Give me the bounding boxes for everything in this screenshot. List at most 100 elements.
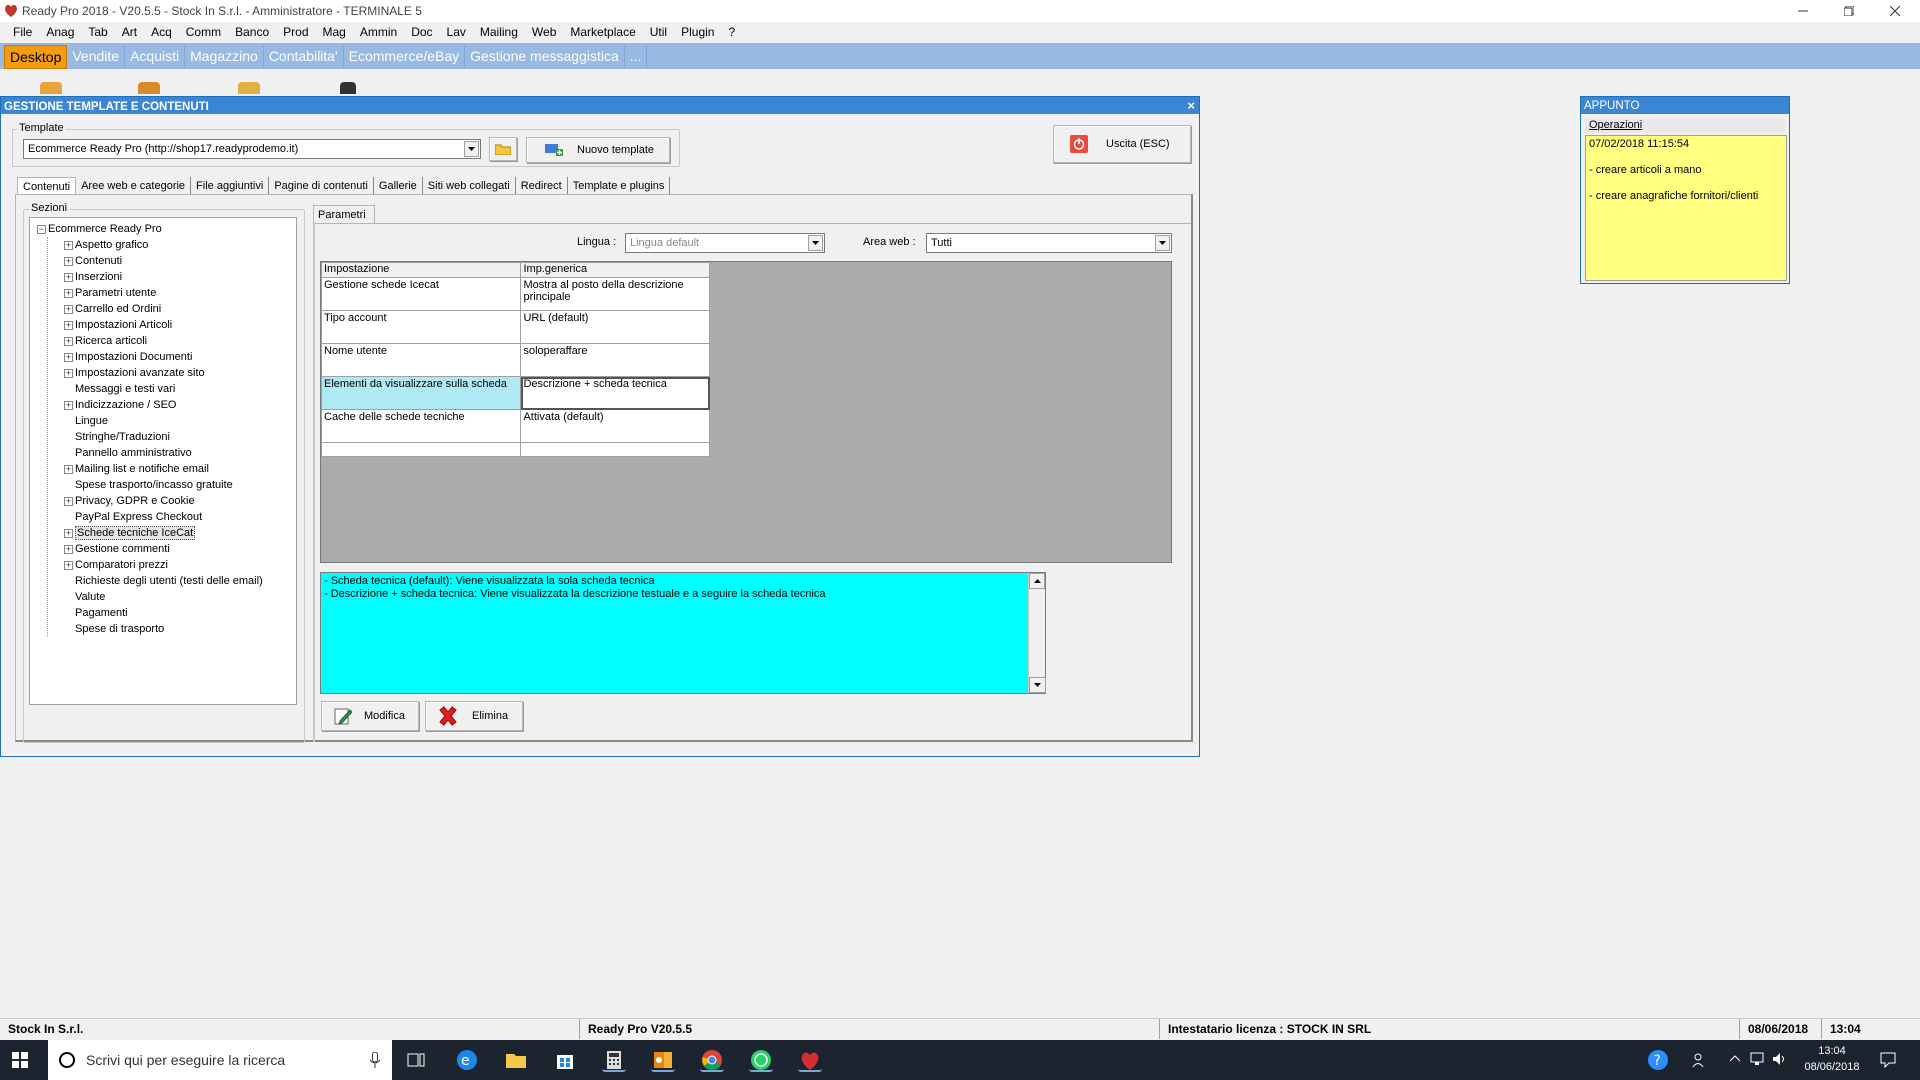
tab-item[interactable]: Pagine di contenuti	[269, 177, 374, 195]
expand-icon[interactable]: +	[64, 321, 73, 330]
expand-icon[interactable]: +	[64, 369, 73, 378]
grid-row[interactable]: Tipo account URL (default)	[320, 310, 710, 344]
language-select[interactable]: Lingua default	[625, 233, 825, 253]
tree-item[interactable]: + Comparatori prezzi	[64, 557, 296, 573]
windows-start-icon[interactable]	[12, 1052, 28, 1068]
menu-item[interactable]: Banco	[228, 25, 276, 39]
menu-item[interactable]: File	[6, 25, 39, 39]
delete-button[interactable]: Elimina	[425, 701, 523, 731]
menu-item[interactable]: Marketplace	[563, 25, 642, 39]
menu-item[interactable]: Tab	[81, 25, 114, 39]
tree-item[interactable]: + Schede tecniche IceCat	[64, 525, 296, 541]
file-explorer-icon[interactable]	[504, 1048, 528, 1072]
grid-value-cell[interactable]: Attivata (default)	[520, 409, 710, 443]
expand-icon[interactable]: +	[64, 353, 73, 362]
tray-expand-icon[interactable]	[1730, 1054, 1740, 1062]
module-tab[interactable]: Magazzino	[185, 45, 264, 69]
restore-button[interactable]	[1826, 0, 1872, 22]
ready-pro-icon[interactable]	[798, 1048, 822, 1072]
web-area-select[interactable]: Tutti	[926, 233, 1172, 253]
module-tab[interactable]: Acquisti	[125, 45, 186, 69]
tab-item[interactable]: Siti web collegati	[423, 177, 516, 195]
tab-item[interactable]: Gallerie	[374, 177, 423, 195]
expand-icon[interactable]: +	[64, 545, 73, 554]
menu-item[interactable]: Mag	[316, 25, 353, 39]
exit-button[interactable]: Uscita (ESC)	[1053, 125, 1191, 163]
tree-root[interactable]: − Ecommerce Ready Pro	[36, 221, 296, 237]
menu-item[interactable]: Art	[115, 25, 144, 39]
menu-item[interactable]: Mailing	[473, 25, 525, 39]
clock-time[interactable]: 13:04	[1796, 1045, 1868, 1057]
tree-item[interactable]: + Ricerca articoli	[64, 333, 296, 349]
calculator-icon[interactable]	[602, 1048, 626, 1072]
people-icon[interactable]	[1692, 1052, 1708, 1068]
tree-item[interactable]: Messaggi e testi vari	[75, 381, 296, 397]
grid-setting-cell[interactable]: Gestione schede Icecat	[320, 277, 522, 311]
description-scrollbar[interactable]	[1028, 573, 1046, 693]
note-operations-menu[interactable]: Operazioni	[1585, 119, 1785, 133]
grid-setting-cell[interactable]: Nome utente	[320, 343, 522, 377]
tree-item[interactable]: + Contenuti	[64, 253, 296, 269]
tab-item[interactable]: File aggiuntivi	[191, 177, 270, 195]
tree-item[interactable]: Richieste degli utenti (testi delle emai…	[75, 573, 296, 589]
tree-item[interactable]: Spese trasporto/incasso gratuite	[75, 477, 296, 493]
tree-item[interactable]: + Impostazioni avanzate sito	[64, 365, 296, 381]
chrome-icon[interactable]	[700, 1048, 724, 1072]
grid-row[interactable]: Elementi da visualizzare sulla scheda Des…	[320, 376, 710, 410]
tab-item[interactable]: Contenuti	[17, 177, 77, 195]
grid-setting-cell[interactable]: Cache delle schede tecniche	[320, 409, 522, 443]
menu-item[interactable]: Anag	[39, 25, 81, 39]
grid-row[interactable]: Cache delle schede tecniche Attivata (def…	[320, 409, 710, 443]
expand-icon[interactable]: +	[64, 465, 73, 474]
module-tab[interactable]: Desktop	[4, 45, 68, 69]
grid-value-cell[interactable]: soloperaffare	[520, 343, 710, 377]
module-tab[interactable]: Gestione messaggistica	[465, 45, 625, 69]
expand-icon[interactable]: +	[64, 305, 73, 314]
clock-date[interactable]: 08/06/2018	[1796, 1061, 1868, 1073]
outlook-icon[interactable]	[651, 1048, 675, 1072]
menu-item[interactable]: Util	[643, 25, 674, 39]
minimize-button[interactable]	[1780, 0, 1826, 22]
tree-item[interactable]: + Impostazioni Documenti	[64, 349, 296, 365]
expand-icon[interactable]: +	[64, 561, 73, 570]
modify-button[interactable]: Modifica	[321, 701, 419, 731]
desktop-shortcut-icon[interactable]	[340, 82, 356, 94]
tab-item[interactable]: Aree web e categorie	[76, 177, 192, 195]
sections-tree[interactable]: − Ecommerce Ready Pro + Aspetto grafico + C…	[29, 217, 297, 705]
menu-item[interactable]: ?	[721, 25, 742, 39]
tree-item[interactable]: + Carrello ed Ordini	[64, 301, 296, 317]
grid-value-cell[interactable]: Mostra al posto della descrizione princi…	[520, 277, 710, 311]
store-icon[interactable]	[553, 1048, 577, 1072]
tree-item[interactable]: + Parametri utente	[64, 285, 296, 301]
tree-item[interactable]: PayPal Express Checkout	[75, 509, 296, 525]
tab-parameters[interactable]: Parametri	[313, 205, 375, 223]
chevron-down-icon[interactable]	[464, 141, 479, 157]
tree-item[interactable]: + Aspetto grafico	[64, 237, 296, 253]
expand-icon[interactable]: +	[64, 273, 73, 282]
open-folder-button[interactable]	[489, 137, 517, 161]
tree-item[interactable]: + Inserzioni	[64, 269, 296, 285]
grid-row[interactable]: Nome utente soloperaffare	[320, 343, 710, 377]
expand-icon[interactable]: +	[64, 401, 73, 410]
expand-icon[interactable]: +	[64, 289, 73, 298]
expand-icon[interactable]: +	[64, 529, 73, 538]
expand-icon[interactable]: +	[64, 241, 73, 250]
module-tab[interactable]: ...	[625, 45, 648, 69]
network-icon[interactable]	[1750, 1052, 1766, 1066]
grid-setting-cell[interactable]: Elementi da visualizzare sulla scheda	[320, 376, 522, 410]
volume-icon[interactable]	[1772, 1052, 1788, 1066]
taskbar-search[interactable]: Scrivi qui per eseguire la ricerca	[48, 1040, 392, 1080]
scroll-down-icon[interactable]	[1029, 677, 1046, 693]
desktop-shortcut-icon[interactable]	[238, 82, 260, 94]
chevron-down-icon[interactable]	[1155, 235, 1170, 251]
expand-icon[interactable]: +	[64, 257, 73, 266]
edge-icon[interactable]: e	[455, 1048, 479, 1072]
notifications-icon[interactable]	[1880, 1052, 1896, 1068]
close-app-button[interactable]	[1872, 0, 1918, 22]
menu-item[interactable]: Acq	[144, 25, 179, 39]
tree-item[interactable]: Spese di trasporto	[75, 621, 296, 637]
tree-item[interactable]: Pannello amministrativo	[75, 445, 296, 461]
tab-item[interactable]: Redirect	[516, 177, 568, 195]
grid-setting-cell[interactable]: Tipo account	[320, 310, 522, 344]
tree-item[interactable]: + Gestione commenti	[64, 541, 296, 557]
